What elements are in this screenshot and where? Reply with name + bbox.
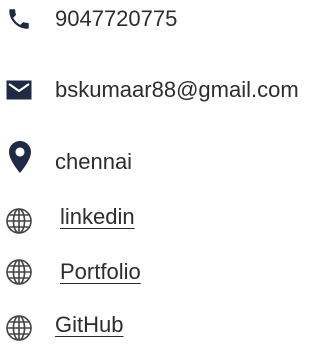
github-link[interactable]: GitHub bbox=[55, 314, 123, 336]
globe-icon bbox=[5, 314, 33, 342]
email-address: bskumaar88@gmail.com bbox=[55, 77, 299, 102]
phone-number: 9047720775 bbox=[55, 6, 178, 31]
globe-icon bbox=[5, 258, 33, 286]
portfolio-link[interactable]: Portfolio bbox=[60, 261, 141, 283]
location-text: chennai bbox=[55, 149, 133, 174]
contact-list: 9047720775 bskumaar88@gmail.com chennai … bbox=[0, 0, 336, 349]
phone-icon bbox=[6, 6, 32, 32]
envelope-icon bbox=[6, 80, 32, 100]
map-pin-icon bbox=[9, 141, 31, 173]
globe-icon bbox=[5, 207, 33, 235]
linkedin-link[interactable]: linkedin bbox=[60, 206, 135, 228]
